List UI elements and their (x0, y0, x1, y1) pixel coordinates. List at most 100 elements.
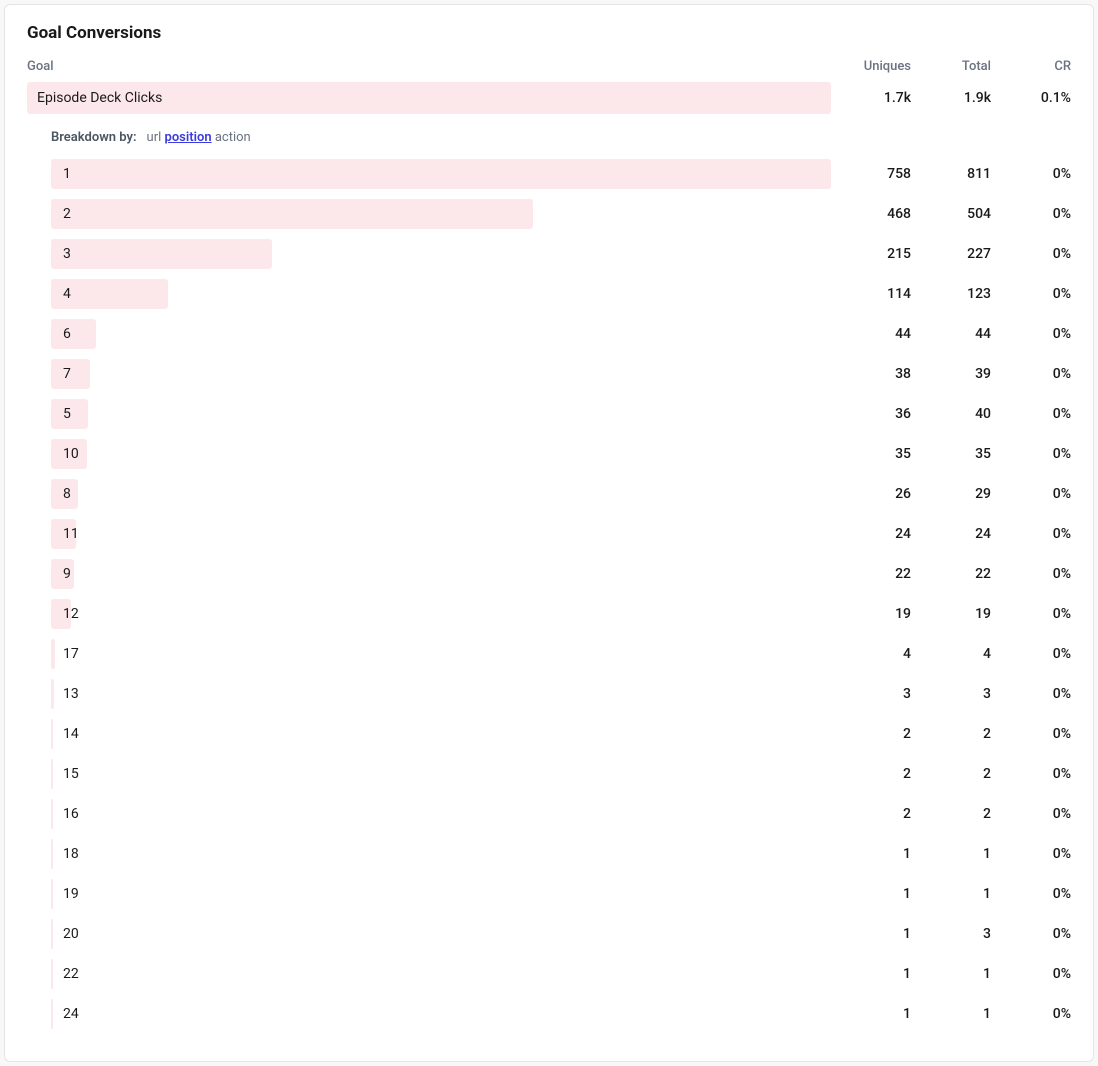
row-total: 44 (911, 326, 991, 342)
row-uniques: 2 (831, 806, 911, 822)
row-bar-wrap: 18 (51, 839, 831, 869)
row-label: 18 (51, 846, 79, 862)
row-label: 10 (51, 446, 79, 462)
row-bar (51, 199, 533, 229)
row-total: 39 (911, 366, 991, 382)
row-uniques: 215 (831, 246, 911, 262)
row-uniques: 44 (831, 326, 911, 342)
table-header: Goal Uniques Total CR (27, 59, 1071, 74)
card-title: Goal Conversions (27, 23, 1071, 43)
row-label: 8 (51, 486, 71, 502)
row-bar-wrap: 4 (51, 279, 831, 309)
breakdown-prefix: Breakdown by: (51, 130, 137, 145)
row-uniques: 1 (831, 926, 911, 942)
table-row[interactable]: 24685040% (51, 199, 1071, 229)
table-row[interactable]: 24110% (51, 999, 1071, 1029)
row-bar (51, 159, 831, 189)
breakdown-rows: 17588110%24685040%32152270%41141230%6444… (51, 159, 1071, 1029)
row-uniques: 114 (831, 286, 911, 302)
table-row[interactable]: 17588110% (51, 159, 1071, 189)
row-bar-wrap: 22 (51, 959, 831, 989)
table-row[interactable]: 922220% (51, 559, 1071, 589)
table-row[interactable]: 16220% (51, 799, 1071, 829)
row-cr: 0% (991, 166, 1071, 182)
row-label: 11 (51, 526, 79, 542)
row-label: 2 (51, 206, 71, 222)
row-total: 4 (911, 646, 991, 662)
row-total: 3 (911, 926, 991, 942)
row-total: 227 (911, 246, 991, 262)
table-row[interactable]: 826290% (51, 479, 1071, 509)
table-row[interactable]: 13330% (51, 679, 1071, 709)
goal-row-main[interactable]: Episode Deck Clicks 1.7k 1.9k 0.1% (27, 82, 1071, 114)
table-row[interactable]: 41141230% (51, 279, 1071, 309)
row-label: 24 (51, 1006, 79, 1022)
row-total: 29 (911, 486, 991, 502)
row-total: 1 (911, 966, 991, 982)
column-header-total[interactable]: Total (911, 59, 991, 74)
breakdown-option-action[interactable]: action (215, 130, 251, 145)
breakdown-section: Breakdown by: url position action 175881… (27, 130, 1071, 1029)
row-uniques: 1 (831, 966, 911, 982)
table-row[interactable]: 3 2152270% (51, 239, 1071, 269)
column-header-cr[interactable]: CR (991, 59, 1071, 74)
row-bar-wrap: 11 (51, 519, 831, 549)
row-uniques: 2 (831, 726, 911, 742)
table-row[interactable]: 17440% (51, 639, 1071, 669)
row-cr: 0% (991, 766, 1071, 782)
breakdown-options: url position action (147, 130, 251, 145)
row-label: 4 (51, 286, 71, 302)
row-cr: 0% (991, 966, 1071, 982)
row-total: 1 (911, 1006, 991, 1022)
row-uniques: 2 (831, 766, 911, 782)
table-row[interactable]: 20130% (51, 919, 1071, 949)
row-total: 3 (911, 686, 991, 702)
row-bar-wrap: 13 (51, 679, 831, 709)
row-uniques: 36 (831, 406, 911, 422)
goal-label: Episode Deck Clicks (27, 90, 162, 106)
row-label: 22 (51, 966, 79, 982)
row-cr: 0% (991, 246, 1071, 262)
table-row[interactable]: 536400% (51, 399, 1071, 429)
breakdown-option-url[interactable]: url (147, 130, 162, 145)
row-cr: 0% (991, 686, 1071, 702)
table-row[interactable]: 738390% (51, 359, 1071, 389)
row-bar-wrap: 3 (51, 239, 831, 269)
table-row[interactable]: 1124240% (51, 519, 1071, 549)
row-label: 19 (51, 886, 79, 902)
table-row[interactable]: 22110% (51, 959, 1071, 989)
row-uniques: 4 (831, 646, 911, 662)
row-cr: 0% (991, 406, 1071, 422)
row-bar-wrap: 8 (51, 479, 831, 509)
row-label: 12 (51, 606, 79, 622)
column-header-uniques[interactable]: Uniques (831, 59, 911, 74)
table-row[interactable]: 15220% (51, 759, 1071, 789)
table-row[interactable]: 18110% (51, 839, 1071, 869)
row-bar-wrap: 2 (51, 199, 831, 229)
goal-conversions-card: Goal Conversions Goal Uniques Total CR E… (4, 4, 1094, 1062)
row-bar-wrap: 17 (51, 639, 831, 669)
row-label: 7 (51, 366, 71, 382)
row-label: 13 (51, 686, 79, 702)
breakdown-option-position[interactable]: position (165, 130, 212, 145)
row-label: 14 (51, 726, 79, 742)
row-cr: 0% (991, 566, 1071, 582)
column-header-goal[interactable]: Goal (27, 59, 831, 74)
goal-uniques: 1.7k (831, 90, 911, 106)
row-total: 811 (911, 166, 991, 182)
table-row[interactable]: 14220% (51, 719, 1071, 749)
row-cr: 0% (991, 526, 1071, 542)
row-total: 24 (911, 526, 991, 542)
table-row[interactable]: 644440% (51, 319, 1071, 349)
row-label: 15 (51, 766, 79, 782)
row-uniques: 758 (831, 166, 911, 182)
table-row[interactable]: 1219190% (51, 599, 1071, 629)
row-total: 123 (911, 286, 991, 302)
row-bar (51, 239, 272, 269)
row-bar-wrap: 12 (51, 599, 831, 629)
row-cr: 0% (991, 1006, 1071, 1022)
row-label: 3 (51, 246, 71, 262)
table-row[interactable]: 19110% (51, 879, 1071, 909)
table-row[interactable]: 1035350% (51, 439, 1071, 469)
row-bar-wrap: 15 (51, 759, 831, 789)
